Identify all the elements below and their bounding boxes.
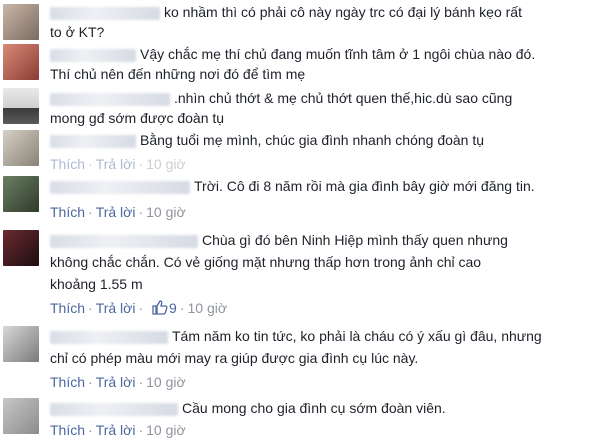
commenter-name[interactable]: [50, 180, 190, 194]
comment-text: chỉ có phép màu mới may ra giúp được gia…: [50, 350, 419, 366]
comment-actions: Thích · Trả lời · 10 giờ: [50, 204, 186, 220]
reply-link[interactable]: Trả lời: [96, 374, 136, 390]
comment-text: mong gđ sớm được đoàn tụ: [50, 110, 225, 126]
avatar[interactable]: [3, 4, 39, 40]
comment-text: Thí chủ nên đến những nơi đó để tìm mẹ: [50, 66, 306, 82]
comment-text: Cầu mong cho gia đình cụ sớm đoàn viên.: [182, 400, 446, 416]
comment-timestamp[interactable]: 10 giờ: [146, 204, 186, 220]
comment-text: .nhìn chủ thớt & mẹ chủ thớt quen thế,hi…: [174, 90, 513, 106]
commenter-name[interactable]: [50, 6, 160, 20]
commenter-name[interactable]: [50, 92, 170, 106]
comment-timestamp[interactable]: 10 giờ: [146, 156, 186, 172]
comment-text: Chùa gì đó bên Ninh Hiệp mình thấy quen …: [202, 232, 508, 248]
commenter-name[interactable]: [50, 402, 178, 416]
like-link[interactable]: Thích: [50, 300, 85, 316]
avatar[interactable]: [3, 130, 39, 166]
comment-timestamp[interactable]: 10 giờ: [188, 300, 228, 316]
reply-link[interactable]: Trả lời: [96, 422, 136, 438]
avatar[interactable]: [3, 88, 39, 124]
thumbs-up-icon[interactable]: [152, 300, 168, 320]
like-link[interactable]: Thích: [50, 204, 85, 220]
comment-feed: ko nhầm thì có phải cô này ngày trc có đ…: [0, 0, 600, 438]
comment-actions: Thích · Trả lời · 10 giờ: [50, 156, 186, 172]
comment-text: Tám năm ko tin tức, ko phải là cháu có ý…: [172, 328, 542, 344]
comment-actions: Thích · Trả lời · 9 · 10 giờ: [50, 298, 590, 318]
like-link[interactable]: Thích: [50, 374, 85, 390]
comment-text: không chắc chắn. Có vẻ giống mặt nhưng t…: [50, 254, 482, 270]
avatar[interactable]: [3, 326, 39, 362]
commenter-name[interactable]: [50, 330, 168, 344]
comment-actions: Thích · Trả lời · 10 giờ: [50, 422, 186, 438]
commenter-name[interactable]: [50, 134, 136, 148]
comment-timestamp[interactable]: 10 giờ: [146, 374, 186, 390]
reply-link[interactable]: Trả lời: [96, 204, 136, 220]
like-link[interactable]: Thích: [50, 156, 85, 172]
comment-text: Vậy chắc mẹ thí chủ đang muốn tĩnh tâm ở…: [140, 46, 536, 62]
like-link[interactable]: Thích: [50, 422, 85, 438]
comment-timestamp[interactable]: 10 giờ: [146, 422, 186, 438]
comment-text: ko nhầm thì có phải cô này ngày trc có đ…: [164, 4, 522, 20]
avatar[interactable]: [3, 44, 39, 80]
comment-text: khoảng 1.55 m: [50, 276, 143, 292]
comment-text: to ở KT?: [50, 24, 105, 40]
avatar[interactable]: [3, 230, 39, 266]
comment-actions: Thích · Trả lời · 10 giờ: [50, 374, 186, 390]
reply-link[interactable]: Trả lời: [96, 156, 136, 172]
commenter-name[interactable]: [50, 48, 136, 62]
reply-link[interactable]: Trả lời: [96, 300, 136, 316]
comment-text: Trời. Cô đi 8 năm rồi mà gia đình bây gi…: [194, 178, 535, 194]
avatar[interactable]: [3, 176, 39, 212]
comment-text: Bằng tuổi mẹ mình, chúc gia đình nhanh c…: [140, 132, 485, 148]
like-count[interactable]: 9: [169, 300, 177, 316]
avatar[interactable]: [3, 398, 39, 434]
commenter-name[interactable]: [50, 234, 198, 248]
